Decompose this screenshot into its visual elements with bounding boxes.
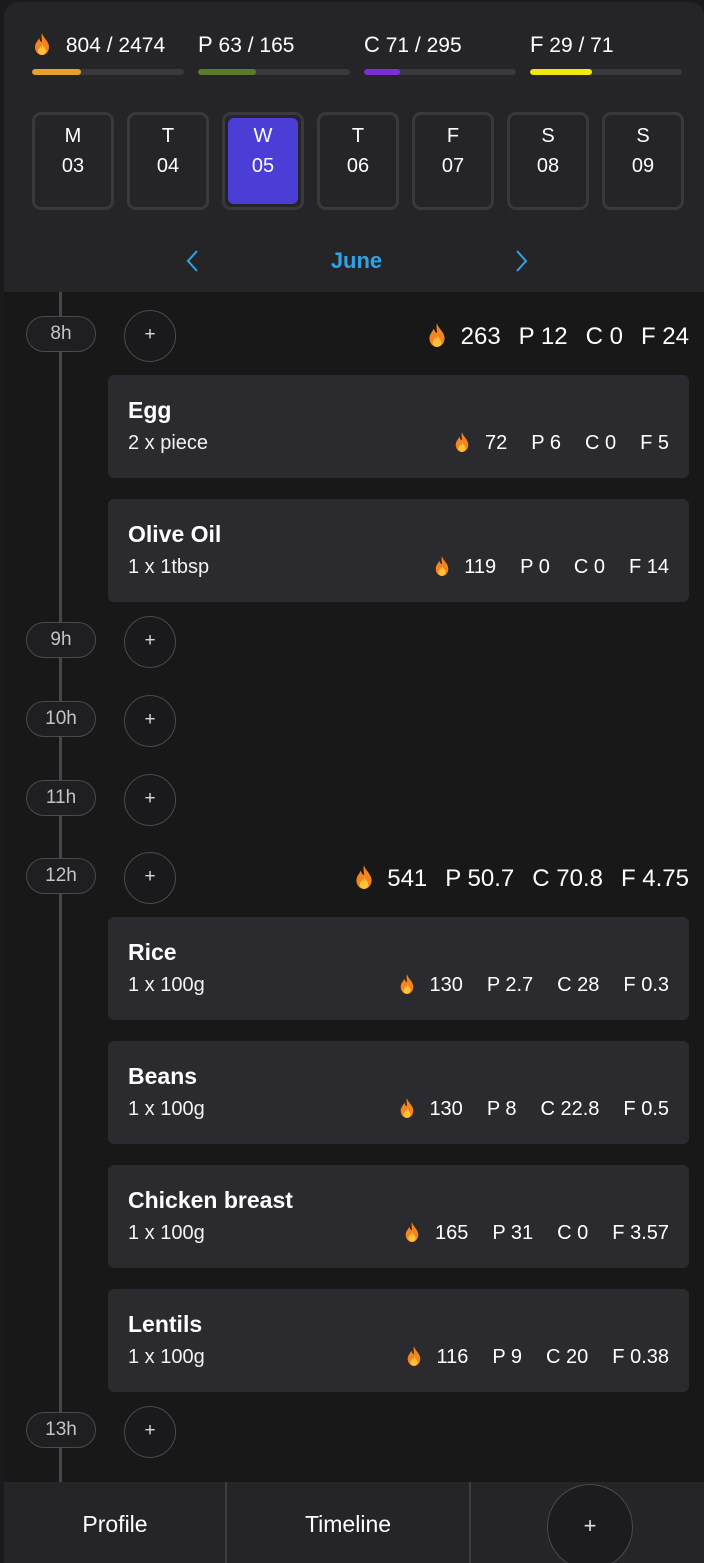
food-card-beans[interactable]: Beans 1 x 100g 130 P 8C 22.8 F 0.5 [108, 1041, 689, 1144]
add-food-button-9h[interactable]: + [124, 616, 176, 668]
day-sunday[interactable]: S 09 [602, 112, 684, 210]
add-food-button-10h[interactable]: + [124, 695, 176, 747]
food-card-lentils[interactable]: Lentils 1 x 100g 116 P 9C 20 F 0.38 [108, 1289, 689, 1392]
day-wednesday-selected[interactable]: W 05 [222, 112, 304, 210]
month-navigator: June [4, 246, 704, 276]
nav-divider [469, 1482, 471, 1563]
hour-label-12h: 12h [26, 858, 96, 894]
food-card-egg[interactable]: Egg 2 x piece 72 P 6C 0F 5 [108, 375, 689, 478]
calories-progress: 804 / 2474 [32, 32, 184, 76]
flame-icon [407, 1346, 421, 1366]
hour-label-10h: 10h [26, 701, 96, 737]
flame-icon [456, 432, 469, 452]
day-monday[interactable]: M 03 [32, 112, 114, 210]
chevron-left-icon[interactable] [178, 246, 208, 276]
protein-consumed: 63 [218, 34, 242, 57]
carbs-bar-fill [364, 69, 401, 75]
month-label: June [330, 248, 383, 273]
calories-bar-fill [32, 69, 82, 75]
fat-letter: F [530, 32, 544, 57]
flame-icon [400, 974, 414, 994]
flame-icon [355, 865, 372, 889]
add-button[interactable]: + [547, 1484, 633, 1563]
hour-summary-12h: 541 P 50.7 C 70.8 F 4.75 [353, 864, 689, 893]
hour-label-8h: 8h [26, 316, 96, 352]
add-food-button-8h[interactable]: + [124, 310, 176, 362]
flame-icon [35, 33, 49, 55]
week-day-selector: M 03 T 04 W 05 T 06 F 07 S 08 S 09 [32, 112, 684, 212]
carbs-consumed: 71 [385, 34, 410, 57]
day-tuesday[interactable]: T 04 [127, 112, 209, 210]
calories-bar [32, 69, 184, 75]
hour-label-11h: 11h [26, 780, 96, 816]
hour-label-13h: 13h [26, 1412, 96, 1448]
timeline: 8h + 263 P 12 C 0F 24 Egg 2 x piece 72 P 6C… [4, 292, 704, 1484]
tab-timeline[interactable]: Timeline [226, 1482, 470, 1563]
food-card-olive-oil[interactable]: Olive Oil 1 x 1tbsp 119 P 0C 0F 14 [108, 499, 689, 602]
flame-icon [435, 556, 449, 576]
fat-bar [530, 69, 682, 75]
calories-consumed: 804 [65, 34, 101, 57]
day-thursday[interactable]: T 06 [317, 112, 399, 210]
header: 804 / 2474 P 63 / 165 C 71 / 295 F 29 / … [4, 2, 704, 292]
flame-icon [406, 1222, 419, 1242]
protein-progress: P 63 / 165 [198, 32, 350, 76]
fat-progress: F 29 / 71 [530, 32, 682, 76]
day-saturday[interactable]: S 08 [507, 112, 589, 210]
carbs-progress: C 71 / 295 [364, 32, 516, 76]
add-food-button-12h[interactable]: + [124, 852, 176, 904]
food-card-rice[interactable]: Rice 1 x 100g 130 P 2.7 C 28 F 0.3 [108, 917, 689, 1020]
protein-bar [198, 69, 350, 75]
day-friday[interactable]: F 07 [412, 112, 494, 210]
food-card-chicken-breast[interactable]: Chicken breast 1 x 100g 165 P 31 C 0F 3.57 [108, 1165, 689, 1268]
add-food-button-11h[interactable]: + [124, 774, 176, 826]
app-frame: 804 / 2474 P 63 / 165 C 71 / 295 F 29 / … [4, 2, 704, 1563]
fat-consumed: 29 [549, 34, 573, 57]
carbs-letter: C [364, 32, 380, 57]
calories-goal: 2474 [118, 34, 166, 57]
add-food-button-13h[interactable]: + [124, 1406, 176, 1458]
protein-goal: 165 [259, 34, 295, 57]
fat-goal: 71 [590, 34, 614, 57]
flame-icon [400, 1098, 414, 1118]
carbs-goal: 295 [426, 34, 462, 57]
carbs-bar [364, 69, 516, 75]
chevron-right-icon[interactable] [506, 246, 536, 276]
hour-label-9h: 9h [26, 622, 96, 658]
protein-bar-fill [198, 69, 256, 75]
fat-bar-fill [530, 69, 593, 75]
tab-profile[interactable]: Profile [4, 1482, 226, 1563]
hour-summary-8h: 263 P 12 C 0F 24 [426, 322, 689, 351]
flame-icon [429, 323, 445, 347]
bottom-nav: Profile Timeline + [4, 1482, 704, 1563]
protein-letter: P [198, 32, 213, 57]
